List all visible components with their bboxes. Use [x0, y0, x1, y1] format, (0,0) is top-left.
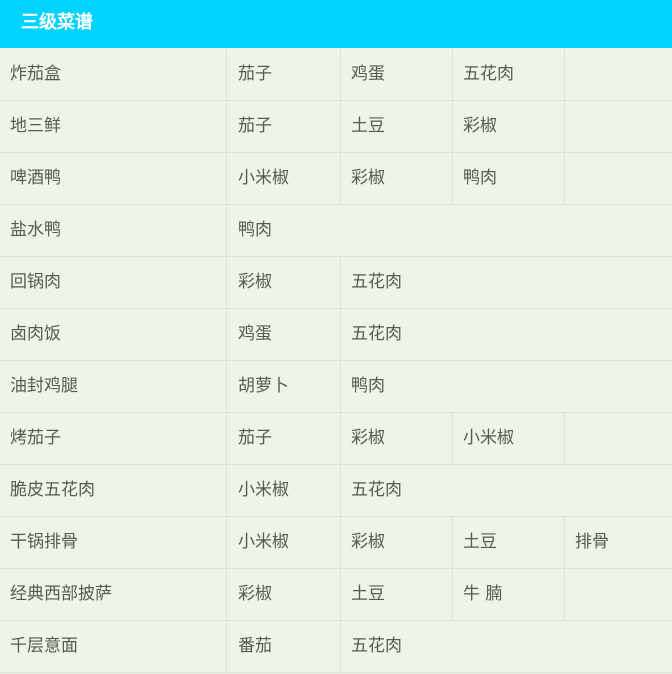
ingredient-cell: 五花肉 [340, 465, 452, 516]
table-row: 盐水鸭 鸭肉 [0, 205, 672, 257]
ingredient-cell: 彩椒 [452, 101, 564, 152]
recipe-name-cell: 烤茄子 [10, 428, 61, 448]
ingredient-cell: 鸭肉 [226, 205, 340, 256]
table-row: 干锅排骨 小米椒 彩椒 土豆 排骨 [0, 517, 672, 569]
ingredient-cell: 牛 腩 [452, 569, 564, 620]
ingredient-cell: 番茄 [226, 621, 340, 672]
page-title: 三级菜谱 [0, 0, 672, 48]
table-row: 啤酒鸭 小米椒 彩椒 鸭肉 [0, 153, 672, 205]
ingredient-cell: 彩椒 [340, 153, 452, 204]
table-row: 地三鲜 茄子 土豆 彩椒 [0, 101, 672, 153]
ingredient-cell: 彩椒 [340, 413, 452, 464]
recipe-name-cell: 千层意面 [10, 636, 78, 656]
table-row: 回锅肉 彩椒 五花肉 [0, 257, 672, 309]
ingredient-cell: 彩椒 [226, 257, 340, 308]
ingredient-cell: 五花肉 [340, 257, 452, 308]
table-row: 卤肉饭 鸡蛋 五花肉 [0, 309, 672, 361]
ingredient-cell: 五花肉 [452, 49, 564, 100]
recipe-name-cell: 回锅肉 [10, 272, 61, 292]
ingredient-cell: 鸡蛋 [340, 49, 452, 100]
ingredient-cell: 小米椒 [226, 517, 340, 568]
recipe-name-cell: 经典西部披萨 [10, 584, 112, 604]
recipe-name-cell: 啤酒鸭 [10, 168, 61, 188]
ingredient-cell: 土豆 [452, 517, 564, 568]
ingredient-cell: 五花肉 [340, 309, 452, 360]
recipe-name-cell: 干锅排骨 [10, 532, 78, 552]
table-row: 千层意面 番茄 五花肉 [0, 621, 672, 673]
table-row: 油封鸡腿 胡萝卜 鸭肉 [0, 361, 672, 413]
ingredient-cell: 茄子 [226, 49, 340, 100]
ingredient-cell: 鸭肉 [452, 153, 564, 204]
ingredient-cell [564, 413, 672, 464]
recipe-name-cell: 脆皮五花肉 [10, 480, 95, 500]
ingredient-cell: 茄子 [226, 101, 340, 152]
ingredient-cell: 五花肉 [340, 621, 452, 672]
ingredient-cell: 小米椒 [226, 153, 340, 204]
ingredient-cell: 彩椒 [340, 517, 452, 568]
ingredient-cell: 土豆 [340, 101, 452, 152]
ingredient-cell: 小米椒 [226, 465, 340, 516]
ingredient-cell: 小米椒 [452, 413, 564, 464]
recipe-name-cell: 卤肉饭 [10, 324, 61, 344]
ingredient-cell [564, 49, 672, 100]
recipe-table: 炸茄盒 茄子 鸡蛋 五花肉 地三鲜 茄子 土豆 彩椒 啤酒鸭 小米椒 彩椒 鸭肉 盐水鸭 鸭肉 回锅肉 彩椒五… [0, 49, 672, 673]
ingredient-cell: 茄子 [226, 413, 340, 464]
ingredient-cell: 胡萝卜 [226, 361, 340, 412]
table-row: 烤茄子 茄子 彩椒 小米椒 [0, 413, 672, 465]
table-row: 炸茄盒 茄子 鸡蛋 五花肉 [0, 49, 672, 101]
recipe-name-cell: 盐水鸭 [10, 220, 61, 240]
ingredient-cell: 土豆 [340, 569, 452, 620]
recipe-name-cell: 地三鲜 [10, 116, 61, 136]
ingredient-cell: 鸡蛋 [226, 309, 340, 360]
ingredient-cell [564, 101, 672, 152]
ingredient-cell: 排骨 [564, 517, 672, 568]
ingredient-cell: 彩椒 [226, 569, 340, 620]
table-row: 脆皮五花肉 小米椒 五花肉 [0, 465, 672, 517]
ingredient-cell [564, 153, 672, 204]
table-row: 经典西部披萨 彩椒 土豆牛 腩 [0, 569, 672, 621]
ingredient-cell: 鸭肉 [340, 361, 452, 412]
ingredient-cell [564, 569, 672, 620]
recipe-name-cell: 油封鸡腿 [10, 376, 78, 396]
recipe-name-cell: 炸茄盒 [10, 64, 61, 84]
